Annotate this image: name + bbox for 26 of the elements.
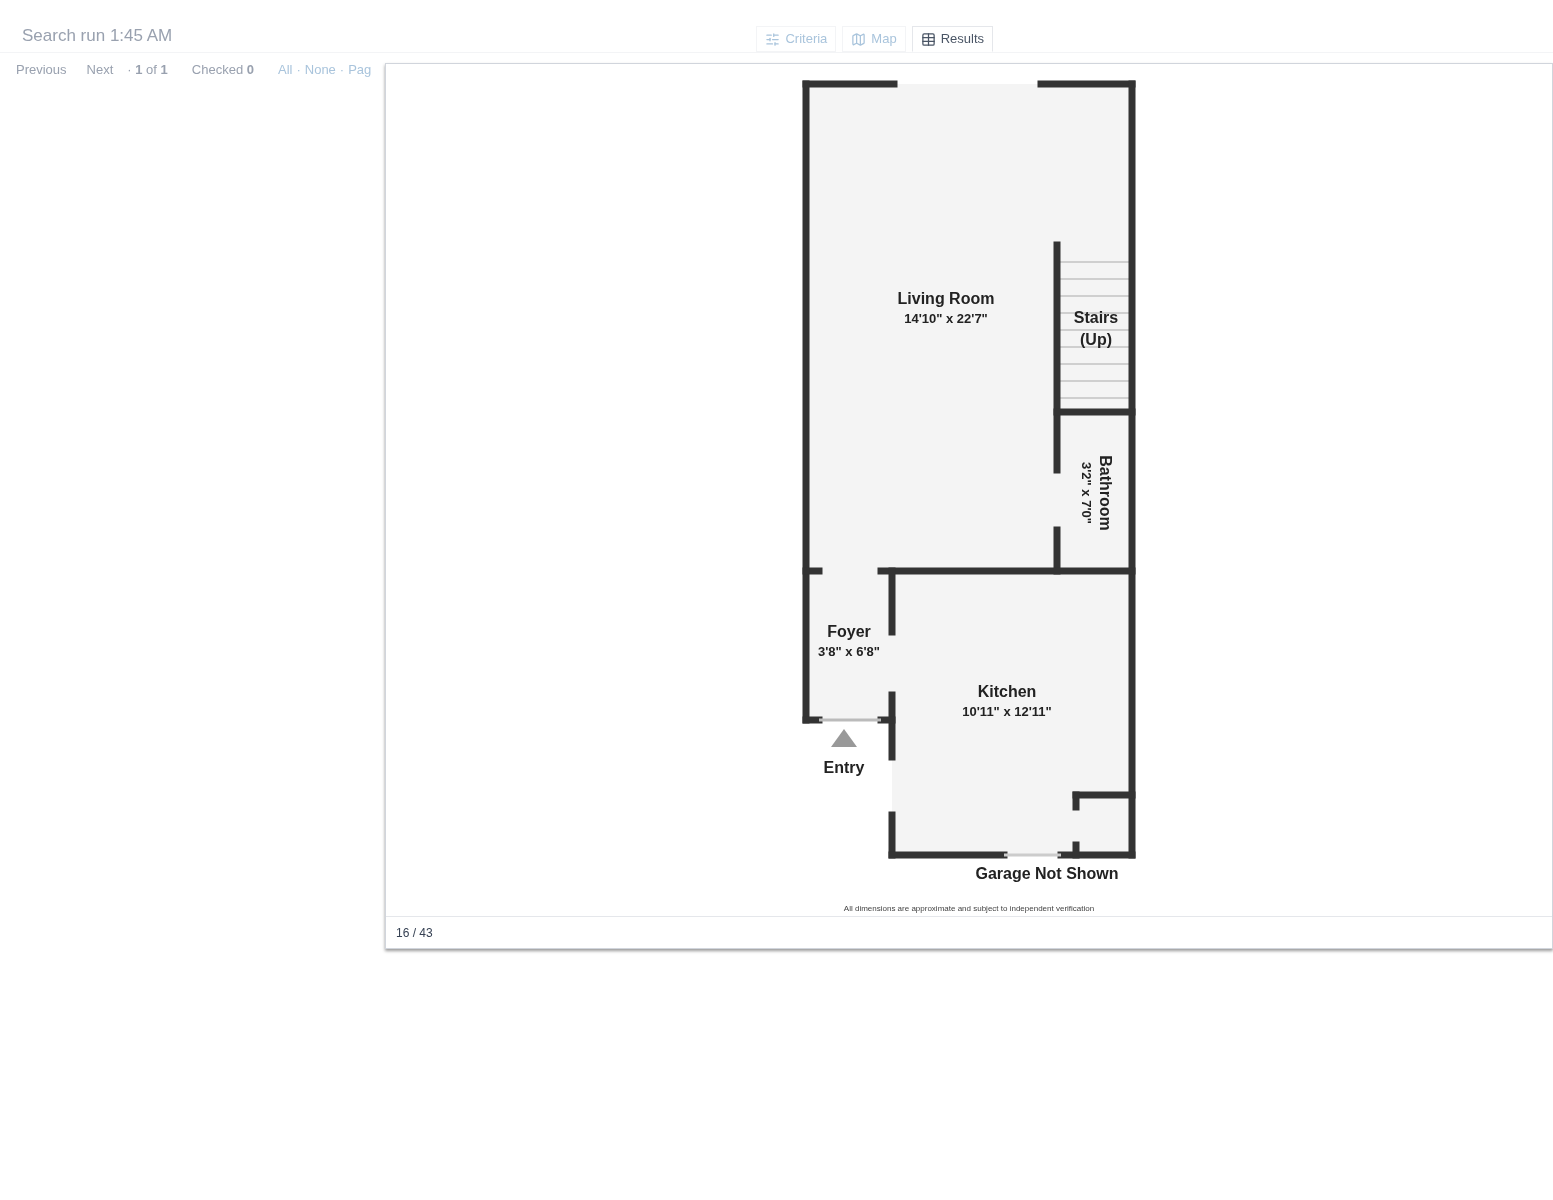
view-tab[interactable]: Criteria [756,26,837,52]
entry-label: Entry [823,759,865,776]
select-link[interactable]: None [304,60,336,80]
room-label: Bathroom 3'2" x 7'0" [1079,455,1114,531]
entry-arrow-icon [831,729,857,747]
garage-note: Garage Not Shown [975,865,1119,882]
map-icon [851,31,867,47]
page-title: Search run 1:45 AM [22,24,173,47]
view-tab[interactable]: Map [842,26,906,52]
view-tab[interactable]: Results [911,26,993,52]
room-label: Living Room 14'10" x 22'7" [897,290,995,326]
room-label: Stairs (Up) [1073,309,1119,348]
room-label: Foyer 3'8" x 6'8" [818,623,880,659]
previous-link[interactable]: Previous [16,60,67,80]
page-info: · 1 of 1 [127,61,168,80]
table-icon [920,31,936,47]
next-link[interactable]: Next [86,60,114,80]
select-link[interactable]: · [296,60,301,80]
select-link[interactable]: Pag [348,60,372,80]
select-link[interactable]: All [277,60,293,80]
image-counter: 16 / 43 [396,924,433,942]
sliders-icon [765,31,781,47]
checked-count: Checked 0 [191,61,254,80]
disclaimer-text: All dimensions are approximate and subject to independent verification [843,904,1095,913]
select-link[interactable]: · [339,60,345,80]
room-label: Kitchen 10'11" x 12'11" [962,683,1052,719]
